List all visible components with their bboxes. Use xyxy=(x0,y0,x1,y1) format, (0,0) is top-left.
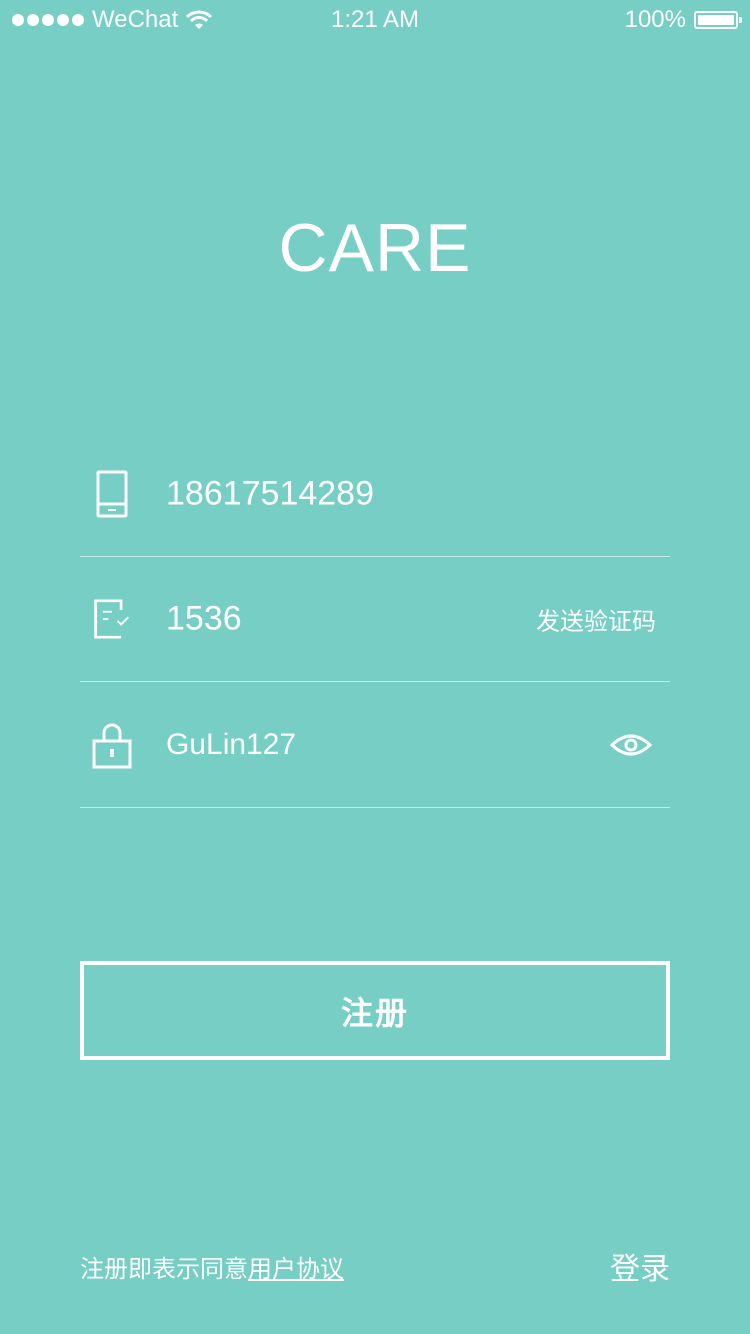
eye-icon[interactable] xyxy=(610,731,652,759)
user-agreement-link[interactable]: 用户协议 xyxy=(248,1256,344,1283)
login-link[interactable]: 登录 xyxy=(610,1250,670,1290)
verification-code-input[interactable] xyxy=(166,599,546,638)
register-button[interactable]: 注册 xyxy=(80,961,670,1060)
status-bar: WeChat 1:21 AM 100% xyxy=(0,0,750,40)
send-code-button[interactable]: 发送验证码 xyxy=(536,601,656,636)
password-field xyxy=(80,682,670,808)
phone-field xyxy=(80,431,670,557)
phone-input[interactable] xyxy=(166,474,546,513)
phone-icon xyxy=(96,470,128,517)
password-input[interactable] xyxy=(166,727,546,762)
agreement-text: 注册即表示同意用户协议 xyxy=(80,1254,344,1286)
battery-percent: 100% xyxy=(624,6,686,33)
verification-code-icon xyxy=(94,598,130,639)
verification-code-field: 发送验证码 xyxy=(80,556,670,682)
status-right: 100% xyxy=(624,6,742,34)
battery-fill xyxy=(698,15,734,25)
lock-icon xyxy=(92,723,132,768)
agreement-prefix: 注册即表示同意 xyxy=(80,1256,248,1283)
battery-icon xyxy=(694,11,742,29)
app-logo: CARE xyxy=(278,210,472,286)
